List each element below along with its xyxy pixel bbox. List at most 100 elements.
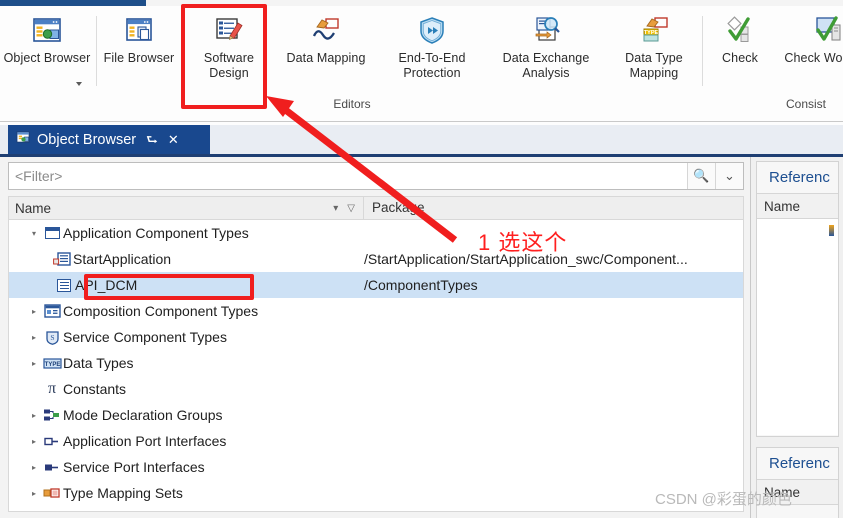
tree-column-headers: Name ▾ ▽ Package [8,196,744,220]
twisty-collapsed-icon[interactable]: ▸ [27,359,41,368]
check-workspace-icon [813,14,843,46]
tree-row-label: Service Component Types [63,329,227,345]
tree-row-label: Application Port Interfaces [63,433,227,449]
tree-row-application-component-types[interactable]: ▾ Application Component Types [9,220,743,246]
references-card-2-title: Referenc [769,455,830,472]
tree-row-api-dcm[interactable]: API_DCM /ComponentTypes [9,272,743,298]
check-icon [724,14,756,46]
watermark: CSDN @彩蛋的颜色 [655,491,792,508]
composition-icon [41,304,63,318]
references-card-1-column-name[interactable]: Name [757,193,838,219]
object-browser-icon [31,14,63,46]
ribbon: Object Browser File Browser Software Des… [0,0,843,122]
tree-row-label: Mode Declaration Groups [63,407,223,423]
tree-row-type-mapping-sets[interactable]: ▸ Type Mapping Sets [9,480,743,506]
window-icon [41,227,63,239]
object-browser-tab[interactable]: Object Browser ⮑ ✕ [8,125,210,154]
tree-row-blueprints[interactable]: Blueprints [9,506,743,512]
svg-text:TYPE: TYPE [44,361,60,367]
column-header-package[interactable]: Package [364,199,743,217]
filter-funnel-icon[interactable]: ▽ [347,203,355,214]
ribbon-label-software-design: Software Design [203,51,255,80]
pin-icon[interactable]: ⮑ [146,133,158,146]
ribbon-button-data-type-mapping[interactable]: TYPE Data Type Mapping [608,8,700,96]
object-browser-title: Object Browser [37,131,137,148]
component-doc-icon [51,251,73,267]
references-panel: Referenc Name Referenc Name [750,157,843,518]
twisty-collapsed-icon[interactable]: ▸ [27,333,41,342]
filter-input[interactable]: <Filter> [9,168,687,184]
pi-icon: π [47,380,57,397]
tree-row-composition-component-types[interactable]: ▸ Composition Component Types [9,298,743,324]
data-exchange-analysis-icon [530,14,562,46]
tree-row-label: Service Port Interfaces [63,459,205,475]
tree-row-label: Constants [63,381,127,397]
twisty-collapsed-icon[interactable]: ▸ [27,437,41,446]
ribbon-button-data-mapping[interactable]: Data Mapping [278,8,374,96]
ribbon-button-software-design[interactable]: Software Design [186,8,272,96]
file-browser-icon [123,14,155,46]
reference-entry-icon [829,225,834,236]
ribbon-label-check: Check [722,51,758,65]
object-browser-icon-small [16,130,31,150]
tree-row-label: Blueprints [63,511,125,512]
column-header-name-label: Name [15,200,52,216]
ribbon-group-label-consistency: Consist [785,97,826,111]
app-window: Object Browser File Browser Software Des… [0,0,843,518]
filter-dropdown-icon[interactable]: ⌄ [715,163,743,189]
tree-row-label: Data Types [63,355,134,371]
mode-group-icon [41,408,63,423]
tree-row-label: Type Mapping Sets [63,485,183,501]
ribbon-label-line1: Object Browser [3,51,91,65]
twisty-collapsed-icon[interactable]: ▸ [27,489,41,498]
tree-row-service-port-interfaces[interactable]: ▸ Service Port Interfaces [9,454,743,480]
ribbon-button-check[interactable]: Check [704,8,776,96]
software-design-icon [213,14,245,46]
ribbon-button-end-to-end-protection[interactable]: End-To-End Protection [382,8,482,96]
tree-row-startapplication[interactable]: StartApplication /StartApplication/Start… [9,246,743,272]
annotation-step-label: 1 选这个 [478,230,568,255]
tree-row-mode-declaration-groups[interactable]: ▸ Mode Declaration Groups [9,402,743,428]
ribbon-button-data-exchange-analysis[interactable]: Data Exchange Analysis [490,8,602,96]
service-port-icon [41,462,63,473]
tree-row-label: StartApplication [73,251,172,267]
ribbon-button-check-workspace[interactable]: Check Workspa [784,8,843,96]
ribbon-button-file-browser[interactable]: File Browser [96,8,182,96]
ribbon-group-label-editors: Editors [333,97,371,111]
column-header-name[interactable]: Name ▾ ▽ [9,196,364,220]
doc-icon [53,278,75,292]
service-shield-icon: S [41,330,63,345]
twisty-collapsed-icon[interactable]: ▸ [27,411,41,420]
filter-bar[interactable]: <Filter> 🔍 ⌄ [8,162,744,190]
close-icon[interactable]: ✕ [168,133,179,146]
twisty-collapsed-icon[interactable]: ▸ [27,463,41,472]
search-icon[interactable]: 🔍 [687,163,715,189]
object-tree[interactable]: ▾ Application Component Types StartAppli… [8,220,744,512]
data-type-mapping-icon: TYPE [638,14,670,46]
tree-row-label: Composition Component Types [63,303,259,319]
tree-row-application-port-interfaces[interactable]: ▸ Application Port Interfaces [9,428,743,454]
svg-text:S: S [50,333,54,342]
twisty-expanded-icon[interactable]: ▾ [27,229,41,238]
type-mapping-icon [41,487,63,500]
twisty-collapsed-icon[interactable]: ▸ [27,307,41,316]
tree-row-constants[interactable]: π Constants [9,376,743,402]
tree-row-package: /ComponentTypes [364,277,478,293]
chevron-down-icon[interactable] [73,76,82,94]
sort-desc-icon[interactable]: ▾ [333,203,338,214]
ribbon-label-end-to-end-protection: End-To-End Protection [398,51,466,80]
references-card-1: Referenc Name [756,161,839,437]
type-icon: TYPE [41,357,63,369]
tree-row-data-types[interactable]: ▸ TYPE Data Types [9,350,743,376]
ribbon-label-data-mapping: Data Mapping [286,51,366,65]
ribbon-label-data-exchange-analysis: Data Exchange Analysis [502,51,590,80]
ribbon-label-data-type-mapping: Data Type Mapping [625,51,683,80]
tree-row-label: API_DCM [75,277,138,293]
ribbon-label-check-workspace: Check Workspa [784,51,843,65]
ribbon-label-object-browser: Object Browser [1,51,93,66]
references-card-1-title: Referenc [769,169,830,186]
references-card-1-list[interactable] [757,219,838,435]
tree-row-service-component-types[interactable]: ▸ S Service Component Types [9,324,743,350]
port-interface-icon [41,436,63,447]
ribbon-label-file-browser: File Browser [103,51,175,65]
